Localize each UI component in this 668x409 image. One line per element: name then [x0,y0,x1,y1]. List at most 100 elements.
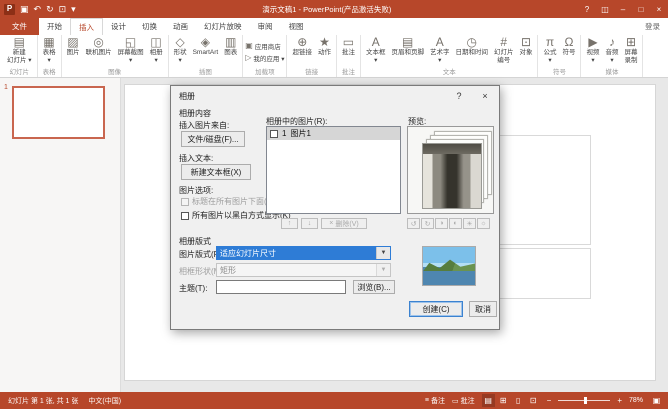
move-up-button[interactable]: ↑ [281,218,298,229]
save-icon[interactable]: ▣ [20,4,29,14]
object-button[interactable]: ⊡对象 [516,35,535,58]
notes-icon: ≡ [425,397,429,404]
zoom-out-button[interactable]: − [547,396,552,405]
slide-show-button[interactable]: ⊡ [527,394,540,407]
video-icon: ▶ [588,36,597,49]
pictures-listbox[interactable]: 1图片1 [266,126,401,214]
audio-button[interactable]: ♪音频▾ [602,35,621,65]
symbol-icon: Ω [564,36,573,49]
close-button[interactable]: × [650,0,668,18]
theme-label: 主题(T): [179,283,207,294]
ribbon-group-label: 文本 [363,68,536,77]
online-pictures-button[interactable]: ◎联机图片 [83,35,115,58]
dialog-close-button[interactable]: × [473,86,497,105]
ribbon-group-slides: ▤新建幻灯片 ▾幻灯片 [2,35,38,77]
rotate-right-button[interactable]: ↻ [421,218,434,229]
contrast-down-button[interactable]: ◐ [449,218,462,229]
header-footer-button[interactable]: ▤页眉和页脚 [388,35,427,58]
shapes-button[interactable]: ◇形状▾ [171,35,190,65]
slide-sorter-button[interactable]: ⊞ [497,394,510,407]
dialog-help-button[interactable]: ? [447,86,471,105]
text-box-icon: A [372,36,380,49]
store-button[interactable]: ▣应用商店 [245,41,281,51]
wordart-button[interactable]: A艺术字▾ [427,35,453,65]
tab-file[interactable]: 文件 [0,18,39,35]
contrast-up-button[interactable]: ◑ [435,218,448,229]
captions-checkbox-label: 标题在所有图片下面(A) [192,196,275,207]
reading-view-button[interactable]: ▯ [512,394,525,407]
help-button[interactable]: ? [578,0,596,18]
ribbon: ▤新建幻灯片 ▾幻灯片▦表格▾表格▨图片◎联机图片◱屏幕截图▾◫相册▾图像◇形状… [0,35,668,78]
sign-in-link[interactable]: 登录 [637,18,668,35]
equation-button[interactable]: π公式▾ [540,35,559,65]
normal-view-button[interactable]: ▤ [482,394,495,407]
new-slide-button[interactable]: ▤新建幻灯片 ▾ [4,35,35,65]
redo-icon[interactable]: ↻ [46,4,54,14]
window-controls: ?◫–□× [578,0,668,18]
picture-list-item[interactable]: 1图片1 [267,127,400,140]
theme-input[interactable] [216,280,346,294]
fit-slide-button[interactable]: ▣ [650,394,663,407]
screen-recording-button[interactable]: ⊞屏幕录制 [621,35,640,65]
new-textbox-button[interactable]: 新建文本框(X) [181,164,251,180]
tab-home[interactable]: 开始 [39,18,70,35]
ribbon-group-label: 批注 [339,68,358,77]
tab-review[interactable]: 审阅 [250,18,281,35]
notes-button[interactable]: ≡ 备注 [425,396,445,406]
picture-layout-combobox[interactable]: 适应幻灯片尺寸 ▼ [216,246,391,260]
ribbon-group-label: 媒体 [583,68,640,77]
tab-insert[interactable]: 插入 [70,18,103,35]
comment-icon: ▭ [452,397,459,405]
hyperlink-button[interactable]: ⊕超链接 [289,35,315,58]
ribbon-group-label: 表格 [40,68,59,77]
create-button[interactable]: 创建(C) [409,301,463,317]
my-apps-button[interactable]: ▷我的应用 ▾ [245,53,284,63]
undo-icon[interactable]: ↶ [34,4,42,14]
bw-checkbox[interactable] [181,212,189,220]
ribbon-group-illustrations: ◇形状▾◈SmartArt▥图表插图 [169,35,244,77]
date-time-button[interactable]: ◷日期和时间 [452,35,491,58]
tab-slide-show[interactable]: 幻灯片放映 [196,18,250,35]
slide-thumbnail[interactable] [12,86,105,139]
picture-checkbox[interactable] [270,130,278,138]
tab-animations[interactable]: 动画 [165,18,196,35]
ribbon-display-options-button[interactable]: ◫ [596,0,614,18]
action-button[interactable]: ★动作 [315,35,334,58]
screenshot-button[interactable]: ◱屏幕截图▾ [115,35,147,65]
brightness-up-button[interactable]: ☀ [463,218,476,229]
smartart-button[interactable]: ◈SmartArt [190,35,222,58]
slide-number-button[interactable]: #幻灯片编号 [491,35,517,65]
captions-checkbox [181,198,189,206]
move-down-button[interactable]: ↓ [301,218,318,229]
symbol-button[interactable]: Ω符号 [559,35,578,58]
zoom-slider-thumb[interactable] [584,397,587,404]
video-button[interactable]: ▶视频▾ [583,35,602,65]
start-slideshow-icon[interactable]: ⊡ [59,4,67,14]
brightness-down-button[interactable]: ☼ [477,218,490,229]
zoom-slider[interactable] [558,400,610,401]
table-button[interactable]: ▦表格▾ [40,35,59,65]
chart-button[interactable]: ▥图表 [221,35,240,58]
minimize-button[interactable]: – [614,0,632,18]
comment-button[interactable]: ▭批注 [339,35,358,58]
comments-button[interactable]: ▭ 批注 [452,396,475,406]
powerpoint-icon[interactable]: P [4,4,15,15]
text-box-button[interactable]: A文本框▾ [363,35,389,65]
my-apps-icon: ▷ [245,53,251,62]
insert-text-label: 插入文本: [179,153,213,164]
file-disk-button[interactable]: 文件/磁盘(F)... [181,131,245,147]
cancel-button[interactable]: 取消 [469,301,497,317]
zoom-in-button[interactable]: + [617,396,622,405]
pictures-button[interactable]: ▨图片 [64,35,83,58]
remove-picture-button[interactable]: × 删除(V) [321,218,367,229]
photo-album-button[interactable]: ◫相册▾ [147,35,166,65]
tab-design[interactable]: 设计 [103,18,134,35]
status-left: 幻灯片 第 1 张, 共 1 张 中文(中国) [0,396,121,406]
maximize-button[interactable]: □ [632,0,650,18]
tab-transitions[interactable]: 切换 [134,18,165,35]
language-indicator[interactable]: 中文(中国) [88,396,121,406]
rotate-left-button[interactable]: ↺ [407,218,420,229]
browse-button[interactable]: 浏览(B)... [353,280,395,294]
tab-view[interactable]: 视图 [281,18,312,35]
zoom-level[interactable]: 78% [629,397,643,404]
